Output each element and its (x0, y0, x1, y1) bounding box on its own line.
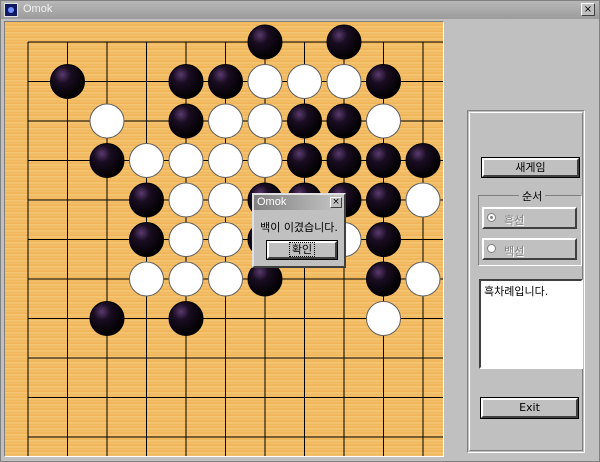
black-stone (168, 103, 204, 139)
white-stone (366, 103, 401, 139)
black-stone (168, 64, 204, 99)
main-window: Omok × 새게임 순서 흑선 백선 흑차례입니다. Exit Omok × … (0, 0, 600, 462)
radio-black-indicator (487, 213, 496, 222)
black-stone (326, 103, 362, 139)
dialog-close-button[interactable]: × (330, 197, 342, 208)
window-title: Omok (23, 3, 53, 15)
radio-white-label: 백선 (504, 245, 525, 258)
white-stone (366, 301, 401, 336)
window-close-button[interactable]: × (581, 3, 595, 16)
white-stone (208, 222, 243, 257)
white-stone (168, 261, 204, 297)
dialog-ok-label: 확인 (288, 242, 316, 257)
white-stone (168, 182, 204, 218)
white-stone (287, 64, 322, 99)
dialog-title-bar: Omok × (254, 195, 344, 210)
status-textbox[interactable]: 흑차례입니다. (479, 279, 583, 369)
white-stone (405, 261, 441, 297)
white-stone (247, 103, 283, 139)
black-stone (405, 143, 441, 178)
black-stone (326, 24, 362, 60)
white-stone (208, 261, 243, 297)
new-game-button[interactable]: 새게임 (481, 157, 580, 178)
white-stone (208, 182, 243, 218)
game-board[interactable] (5, 22, 443, 456)
radio-white-indicator (487, 244, 496, 253)
white-stone (208, 103, 243, 139)
white-stone (247, 64, 283, 99)
black-stone (50, 64, 85, 99)
radio-black-label: 흑선 (504, 214, 525, 227)
white-stone (168, 222, 204, 257)
white-stone (247, 143, 283, 178)
black-stone (287, 103, 322, 139)
black-stone (129, 222, 164, 257)
white-stone (405, 182, 441, 218)
black-stone (208, 64, 243, 99)
white-stone (326, 64, 362, 99)
black-stone (366, 222, 401, 257)
black-stone (326, 143, 362, 178)
order-group-label: 순서 (519, 188, 546, 204)
black-stone (247, 24, 283, 60)
black-stone (366, 261, 401, 297)
white-stone (89, 103, 125, 139)
exit-button[interactable]: Exit (480, 397, 579, 419)
radio-black-first[interactable]: 흑선 (482, 207, 577, 229)
black-stone (89, 301, 125, 336)
black-stone (287, 143, 322, 178)
white-stone (168, 143, 204, 178)
white-stone (129, 261, 164, 297)
dialog-message: 백이 이겼습니다. (260, 221, 338, 234)
result-dialog: Omok × 백이 이겼습니다. 확인 (252, 193, 346, 268)
white-stone (129, 143, 164, 178)
black-stone (129, 182, 164, 218)
white-stone (208, 143, 243, 178)
black-stone (89, 143, 125, 178)
dialog-ok-button[interactable]: 확인 (266, 240, 338, 260)
dialog-title: Omok (257, 196, 287, 208)
black-stone (366, 182, 401, 218)
black-stone (168, 301, 204, 336)
board-grid[interactable] (5, 22, 443, 456)
black-stone (366, 143, 401, 178)
radio-white-first[interactable]: 백선 (482, 238, 577, 260)
title-bar: Omok × (1, 1, 599, 19)
black-stone (366, 64, 401, 99)
app-icon (4, 3, 18, 17)
